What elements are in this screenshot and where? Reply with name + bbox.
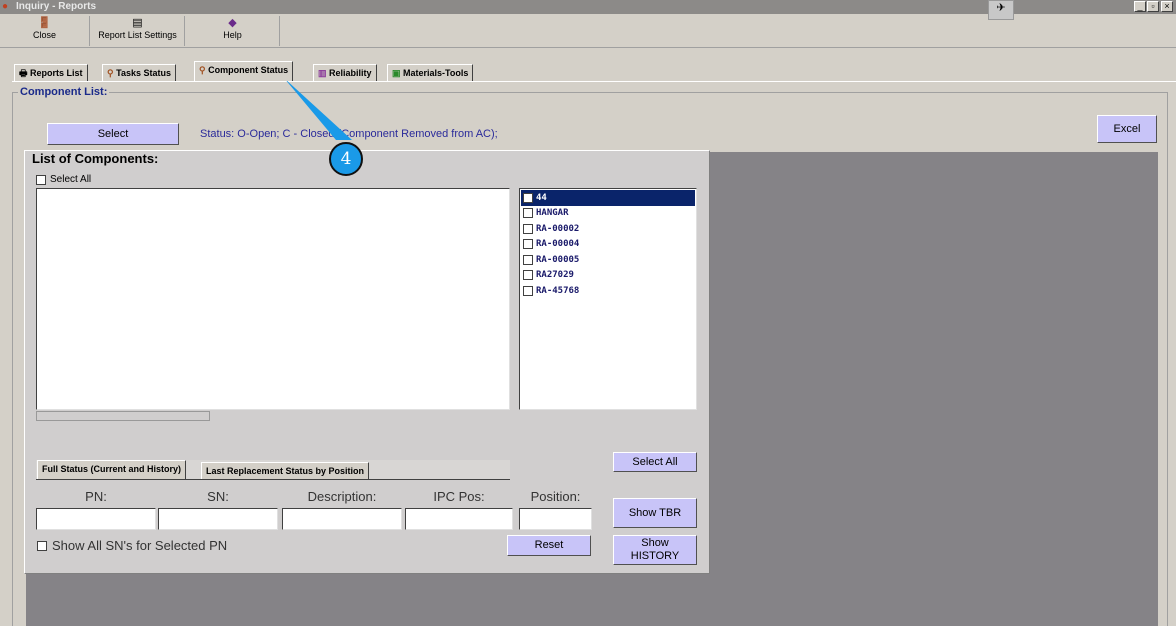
help-label: Help	[223, 30, 242, 40]
component-list-title: Component List:	[18, 86, 110, 98]
components-grid[interactable]	[36, 188, 510, 410]
tab-reports-list[interactable]: 🖶 Reports List	[14, 64, 88, 81]
close-window-button[interactable]: ×	[1161, 1, 1173, 12]
callout-arrow	[284, 78, 352, 140]
sn-label: SN:	[207, 489, 229, 504]
aircraft-label: 44	[536, 192, 547, 203]
pn-label: PN:	[85, 489, 107, 504]
callout-badge: 4	[329, 142, 363, 176]
show-all-sns-label: Show All SN's for Selected PN	[52, 538, 228, 553]
checkbox[interactable]	[523, 285, 533, 296]
printer-icon: 🖶	[19, 68, 28, 78]
show-history-button[interactable]: Show HISTORY	[613, 535, 697, 565]
app-icon: ●	[2, 1, 9, 12]
subtab-full-status[interactable]: Full Status (Current and History)	[37, 460, 187, 479]
aircraft-list-item[interactable]: RA-00002	[521, 221, 695, 237]
search-icon: ⚲	[199, 65, 206, 75]
report-list-settings-label: Report List Settings	[98, 30, 177, 40]
excel-button[interactable]: Excel	[1097, 115, 1157, 143]
door-exit-icon: 🚪	[37, 17, 52, 29]
checkbox[interactable]	[523, 270, 533, 281]
subtab-last-replacement[interactable]: Last Replacement Status by Position	[201, 462, 370, 479]
close-label: Close	[32, 30, 56, 40]
checkbox[interactable]	[523, 239, 533, 250]
reset-button[interactable]: Reset	[507, 535, 591, 556]
aircraft-label: RA-00004	[536, 239, 580, 250]
checkbox[interactable]	[523, 192, 533, 203]
aircraft-list-item[interactable]: 44	[521, 190, 695, 206]
sn-input[interactable]	[158, 508, 278, 530]
aircraft-label: RA27029	[536, 270, 574, 281]
aircraft-label: RA-00002	[536, 223, 580, 234]
list-icon: ▤	[132, 17, 143, 29]
aircraft-list-item[interactable]: RA27029	[521, 268, 695, 284]
report-list-settings-button[interactable]: ▤ Report List Settings	[91, 16, 185, 46]
description-label: Description:	[307, 489, 377, 504]
tab-label: Materials-Tools	[403, 68, 469, 78]
ipc-pos-label: IPC Pos:	[433, 489, 485, 504]
checkbox[interactable]	[523, 223, 533, 234]
select-all-checkbox[interactable]: Select All	[36, 174, 91, 185]
tab-tasks-status[interactable]: ⚲ Tasks Status	[102, 64, 176, 81]
aircraft-list[interactable]: 44 HANGAR RA-00002 RA-00004 RA-00005 RA27029 R…	[519, 188, 697, 410]
aircraft-list-item[interactable]: HANGAR	[521, 206, 695, 222]
aircraft-list-item[interactable]: RA-45768	[521, 283, 695, 299]
select-button[interactable]: Select	[47, 123, 179, 145]
aircraft-list-item[interactable]: RA-00005	[521, 252, 695, 268]
close-button[interactable]: 🚪 Close	[0, 16, 90, 46]
tab-label: Component Status	[208, 65, 289, 75]
help-button[interactable]: ◆ Help	[186, 16, 280, 46]
search-icon: ⚲	[107, 68, 114, 78]
ipc-pos-input[interactable]	[405, 508, 513, 530]
tab-divider	[12, 81, 1176, 82]
description-input[interactable]	[282, 508, 402, 530]
tab-materials-tools[interactable]: ▣ Materials-Tools	[387, 64, 474, 81]
checkbox[interactable]	[523, 208, 533, 219]
minimize-button[interactable]: _	[1134, 1, 1146, 12]
checkbox[interactable]	[523, 254, 533, 265]
tab-label: Reports List	[30, 68, 83, 78]
show-all-sns-checkbox[interactable]: Show All SN's for Selected PN	[37, 538, 227, 553]
pn-input[interactable]	[36, 508, 156, 530]
aircraft-label: HANGAR	[536, 208, 569, 219]
select-all-label: Select All	[50, 174, 92, 185]
aircraft-label: RA-00005	[536, 254, 580, 265]
position-label: Position:	[530, 489, 581, 504]
select-all-button[interactable]: Select All	[613, 452, 697, 472]
checkbox[interactable]	[36, 174, 46, 185]
tab-label: Tasks Status	[116, 68, 171, 78]
checkbox[interactable]	[37, 540, 47, 551]
excel-icon: ▣	[392, 68, 401, 78]
show-tbr-button[interactable]: Show TBR	[613, 498, 697, 528]
aircraft-label: RA-45768	[536, 285, 580, 296]
window-title: Inquiry - Reports	[16, 1, 97, 12]
list-of-components-title: List of Components:	[30, 151, 161, 166]
tab-component-status[interactable]: ⚲ Component Status	[194, 61, 294, 81]
position-input[interactable]	[519, 508, 592, 530]
horizontal-scrollbar[interactable]	[36, 411, 210, 421]
help-book-icon: ◆	[228, 17, 237, 29]
aircraft-list-item[interactable]: RA-00004	[521, 237, 695, 253]
restore-button[interactable]: ▫	[1147, 1, 1159, 12]
